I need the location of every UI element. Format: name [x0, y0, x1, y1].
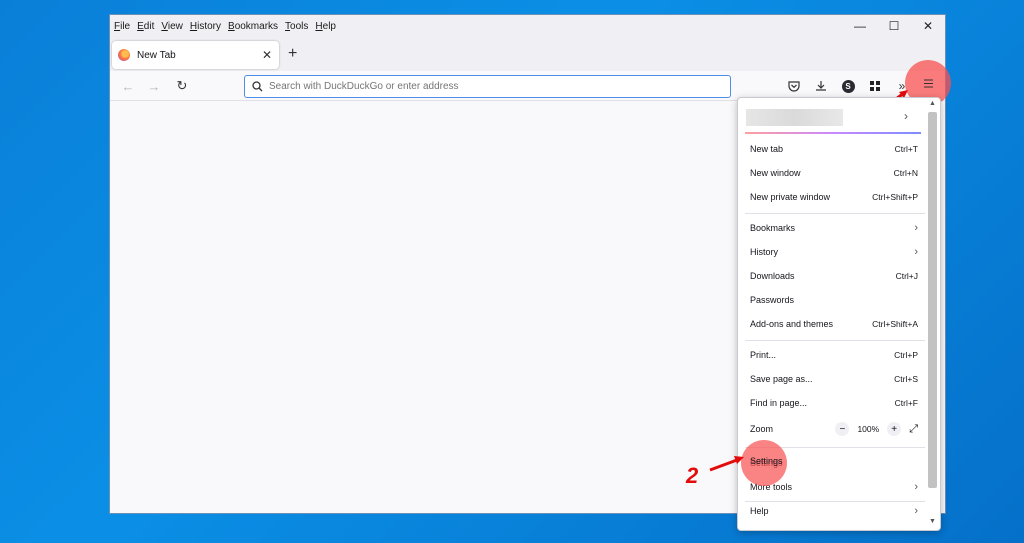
close-window-button[interactable]: ✕	[911, 15, 945, 37]
menu-item-new-tab[interactable]: New tab Ctrl+T	[750, 140, 918, 158]
menu-bookmarks[interactable]: Bookmarks	[228, 21, 278, 32]
menu-history[interactable]: History	[190, 21, 221, 32]
menu-item-new-window[interactable]: New window Ctrl+N	[750, 164, 918, 182]
scroll-up-icon[interactable]: ▲	[927, 100, 938, 110]
settings-label-overlay: Settings	[750, 456, 783, 466]
search-icon	[252, 81, 263, 92]
tab-strip: New Tab ✕ +	[110, 37, 945, 71]
scroll-thumb[interactable]	[928, 112, 937, 488]
reload-button[interactable]: ↻	[171, 76, 193, 96]
menu-help[interactable]: Help	[315, 21, 336, 32]
tab-title: New Tab	[137, 49, 176, 61]
menu-edit[interactable]: Edit	[137, 21, 154, 32]
menu-item-bookmarks[interactable]: Bookmarks ›	[750, 219, 918, 237]
account-icon[interactable]: S	[839, 77, 857, 95]
download-icon[interactable]	[812, 77, 830, 95]
forward-button[interactable]: →	[143, 76, 165, 96]
url-input[interactable]	[269, 81, 709, 92]
account-divider	[745, 132, 921, 134]
menu-bar: File Edit View History Bookmarks Tools H…	[110, 15, 945, 37]
menu-file[interactable]: File	[114, 21, 130, 32]
tab-close-icon[interactable]: ✕	[262, 48, 272, 62]
hamburger-menu-icon[interactable]	[919, 74, 937, 92]
menu-scrollbar[interactable]: ▲ ▼	[927, 100, 938, 528]
menu-separator	[745, 213, 925, 214]
menu-view[interactable]: View	[161, 21, 183, 32]
window-controls: — ☐ ✕	[843, 15, 945, 37]
chevron-right-icon: ›	[904, 109, 908, 123]
zoom-level[interactable]: 100%	[857, 424, 879, 434]
menu-item-new-private-window[interactable]: New private window Ctrl+Shift+P	[750, 188, 918, 206]
menu-item-downloads[interactable]: Downloads Ctrl+J	[750, 267, 918, 285]
menu-item-zoom: Zoom − 100% + ⤢	[750, 422, 918, 436]
zoom-out-button[interactable]: −	[835, 422, 850, 436]
maximize-button[interactable]: ☐	[877, 15, 911, 37]
pocket-icon[interactable]	[785, 77, 803, 95]
back-button[interactable]: ←	[117, 76, 139, 96]
menu-tools[interactable]: Tools	[285, 21, 308, 32]
menu-separator	[745, 340, 925, 341]
menu-item-save-page[interactable]: Save page as... Ctrl+S	[750, 370, 918, 388]
menu-item-history[interactable]: History ›	[750, 243, 918, 261]
firefox-icon	[118, 49, 130, 61]
menu-item-passwords[interactable]: Passwords	[750, 291, 918, 309]
menu-item-addons[interactable]: Add-ons and themes Ctrl+Shift+A	[750, 315, 918, 333]
step-2-arrow	[709, 456, 744, 472]
step-2-label: 2	[686, 463, 699, 488]
tab-new-tab[interactable]: New Tab ✕	[112, 41, 279, 69]
url-bar[interactable]	[244, 75, 731, 98]
menu-item-find[interactable]: Find in page... Ctrl+F	[750, 394, 918, 412]
new-tab-button[interactable]: +	[288, 45, 297, 63]
zoom-in-button[interactable]: +	[887, 422, 902, 436]
scroll-down-icon[interactable]: ▼	[927, 518, 938, 528]
fullscreen-icon[interactable]: ⤢	[909, 423, 918, 436]
minimize-button[interactable]: —	[843, 15, 877, 37]
menu-item-print[interactable]: Print... Ctrl+P	[750, 346, 918, 364]
menu-item-help[interactable]: Help ›	[750, 502, 918, 520]
account-row[interactable]	[746, 109, 843, 126]
